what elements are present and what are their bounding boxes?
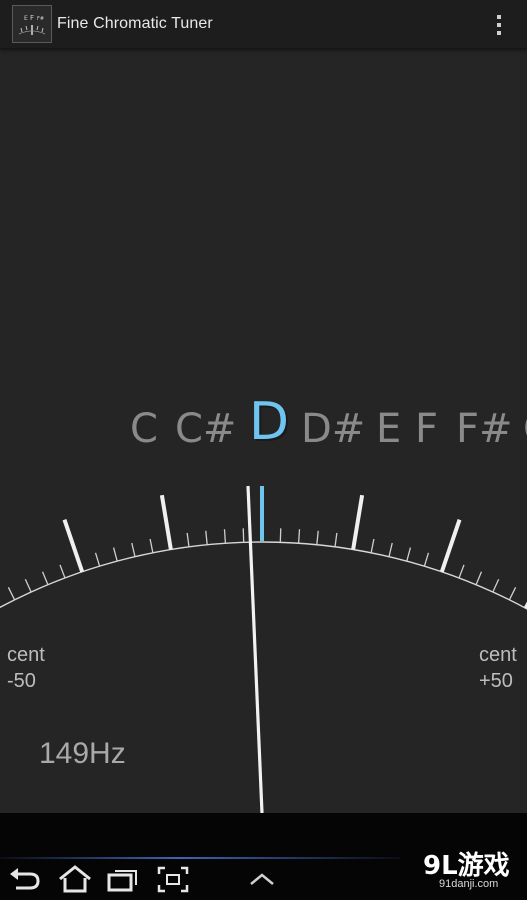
note-c: C (130, 406, 158, 452)
tuner-app-icon[interactable]: E F F# (12, 5, 52, 43)
minor-tick (149, 538, 154, 553)
navbar-glow (0, 857, 400, 859)
minor-tick (334, 532, 338, 547)
watermark-logo: 9L游戏 91danji.com (423, 845, 523, 895)
overflow-menu-icon[interactable] (487, 12, 511, 38)
note-d-sharp: D# (301, 406, 366, 452)
chevron-up-icon[interactable] (248, 871, 276, 887)
minor-tick (458, 564, 465, 579)
note-d-active: D (249, 392, 290, 452)
note-f-sharp: F# (456, 406, 513, 452)
note-strip: C C# D D# E F F# G (0, 392, 527, 462)
minor-tick (59, 564, 66, 579)
recent-apps-icon[interactable] (106, 865, 140, 893)
minor-tick (131, 542, 136, 557)
back-icon[interactable] (8, 867, 42, 893)
major-tick (159, 494, 173, 550)
center-marker (260, 486, 264, 541)
cent-min-label: cent -50 (7, 644, 45, 692)
minor-tick (423, 552, 430, 567)
minor-tick (316, 530, 319, 545)
watermark-brand: 9L游戏 (423, 851, 510, 881)
minor-tick (297, 529, 301, 544)
app-title: Fine Chromatic Tuner (57, 15, 213, 32)
minor-tick (508, 587, 517, 601)
svg-text:F: F (30, 14, 34, 22)
screenshot-icon[interactable] (157, 866, 189, 893)
minor-tick (7, 587, 16, 601)
minor-tick (205, 530, 208, 545)
note-e: E (376, 406, 402, 452)
minor-tick (406, 547, 412, 562)
minor-tick (370, 538, 375, 553)
tuner-needle (246, 485, 264, 814)
watermark-site: 91danji.com (439, 878, 499, 890)
major-tick (439, 519, 462, 573)
action-bar: E F F# Fine Chromatic Tuner (0, 0, 527, 49)
note-g: G (523, 406, 527, 452)
minor-tick (475, 571, 483, 585)
home-icon[interactable] (57, 865, 93, 893)
note-f: F (415, 406, 439, 452)
minor-tick (94, 552, 101, 567)
minor-tick (41, 571, 49, 585)
minor-tick (388, 542, 393, 557)
minor-tick (492, 578, 500, 593)
minor-tick (223, 529, 227, 544)
svg-text:E: E (24, 15, 28, 22)
cent-max-label: cent +50 (479, 644, 517, 692)
minor-tick (186, 532, 190, 547)
major-tick (351, 494, 365, 550)
frequency-readout: 149Hz (39, 737, 126, 770)
minor-tick (112, 547, 118, 562)
major-tick (62, 519, 85, 573)
svg-text:F#: F# (37, 16, 44, 22)
minor-tick (24, 578, 32, 593)
note-c-sharp: C# (175, 406, 237, 452)
